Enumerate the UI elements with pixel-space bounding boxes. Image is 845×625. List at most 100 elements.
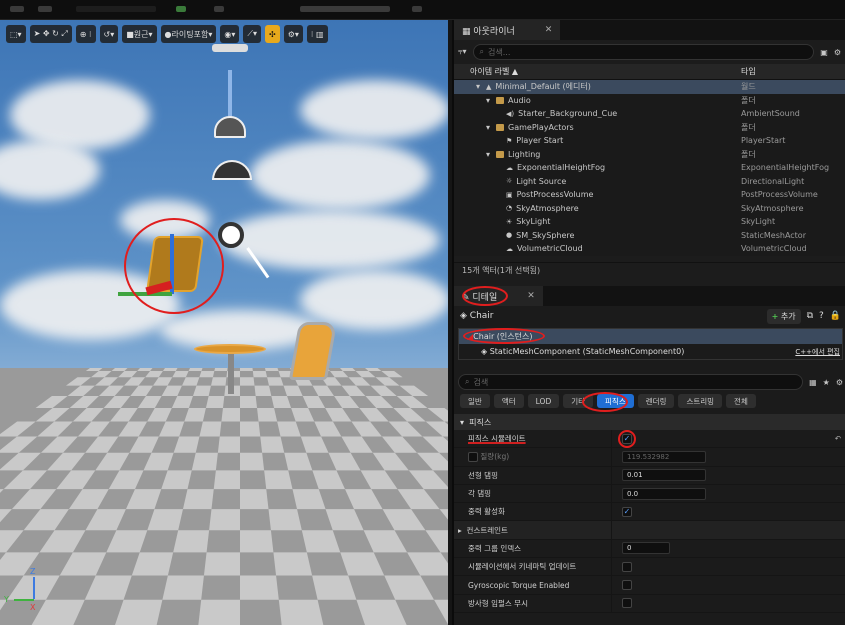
outliner-row[interactable]: ◀) Starter_Background_Cue AmbientSound [454, 107, 845, 121]
expand-arrow-icon[interactable]: ▾ [486, 150, 492, 159]
radial-impulse-checkbox[interactable] [622, 598, 632, 609]
table-leg [228, 354, 234, 394]
enable-gravity-checkbox[interactable]: ✓ [622, 506, 632, 517]
menu-icon[interactable] [10, 6, 24, 12]
col-item-label[interactable]: 아이템 라벨 ▲ [454, 66, 741, 77]
mode-select[interactable] [76, 6, 156, 12]
close-icon[interactable]: ✕ [527, 291, 535, 301]
play-controls[interactable] [300, 6, 390, 12]
layout-menu[interactable]: ⁝ ▥ [306, 25, 328, 43]
component-instance[interactable]: ◢Chair (인스턴스) [459, 328, 842, 344]
tab-details[interactable]: ✎ 디테일 ✕ [454, 286, 543, 306]
outliner-row-label: SM_SkySphere [516, 230, 575, 240]
settings-menu[interactable]: ⚙▾ [283, 25, 303, 43]
rotate-snap[interactable]: ↺▾ [99, 25, 119, 43]
view-mode-menu[interactable]: ● 라이팅포함 ▾ [160, 25, 217, 43]
add-folder-icon[interactable]: ▣ [820, 48, 828, 57]
platforms-icon[interactable] [412, 6, 422, 12]
outliner-row[interactable]: ▾ GamePlayActors 폴더 [454, 121, 845, 135]
filter-button[interactable]: 스트리밍 [678, 394, 723, 408]
outliner-row[interactable]: ☁ VolumetricCloud VolumetricCloud [454, 242, 845, 256]
sky-atmosphere-icon[interactable] [214, 116, 246, 138]
grid-snap[interactable]: ⟋▾ [243, 25, 261, 43]
angular-damping-field[interactable]: 0.0 [622, 487, 706, 500]
actor-type-icon: ☼ [506, 177, 513, 186]
level-viewport[interactable]: ⬚▾ ➤ ✥ ↻ ⤢ ⊕ ⁝ ↺▾ ■ 원근 ▾ ● 라이팅포함 ▾ ◉▾ ⟋▾ ✣… [0, 20, 448, 625]
prop-radial-impulse: 방사형 임펄스 무시 [454, 594, 845, 613]
prop-simulate-physics: 피직스 시뮬레이트 ✓ ↶ [454, 430, 845, 449]
perspective-menu[interactable]: ■ 원근 ▾ [122, 25, 157, 43]
blueprint-icon[interactable] [214, 6, 224, 12]
outliner-row-label: Audio [508, 95, 531, 105]
outliner-toolbar: ⫧▾ ⌕ 검색... ▣ ⚙ [454, 40, 845, 64]
filter-button[interactable]: 일반 [460, 394, 490, 408]
outliner-row[interactable]: ▾ Lighting 폴더 [454, 148, 845, 162]
skylight-icon[interactable] [212, 160, 252, 180]
filter-button[interactable]: 액터 [493, 394, 524, 408]
physics-section-header[interactable]: ▾ 피직스 [454, 414, 845, 430]
table-view-icon[interactable]: ▦ [809, 378, 817, 387]
blueprint-icon[interactable]: ⧉ [807, 311, 813, 321]
outliner-row[interactable]: ⚑ Player Start PlayerStart [454, 134, 845, 148]
directional-light-icon[interactable] [218, 222, 244, 248]
star-icon[interactable]: ★ [823, 378, 830, 387]
floor-tile [217, 436, 240, 453]
mass-override-checkbox[interactable] [468, 452, 478, 463]
snap-toggle[interactable]: ✣ [264, 25, 280, 43]
help-icon[interactable]: ? [819, 311, 824, 321]
outliner-row[interactable]: ☀ SkyLight SkyLight [454, 215, 845, 229]
outliner-row[interactable]: ● SM_SkySphere StaticMeshActor [454, 229, 845, 243]
actor-name[interactable]: Chair [470, 311, 494, 321]
sun-handle[interactable] [212, 44, 248, 52]
gravity-group-label: 중력 그룹 인덱스 [468, 543, 522, 553]
gyroscopic-checkbox[interactable] [622, 580, 632, 591]
component-staticmesh[interactable]: ◈ StaticMeshComponent (StaticMeshCompone… [459, 344, 842, 359]
add-component-button[interactable]: + 추가 [766, 308, 801, 324]
show-menu[interactable]: ◉▾ [220, 25, 240, 43]
tools-icon[interactable] [38, 6, 52, 12]
outliner-row[interactable]: ▾ Audio 폴더 [454, 94, 845, 108]
outliner-column-header: 아이템 라벨 ▲ 타입 [454, 64, 845, 80]
filter-button[interactable]: 렌더링 [637, 394, 675, 408]
linear-damping-field[interactable]: 0.01 [622, 469, 706, 482]
select-tools[interactable]: ➤ ✥ ↻ ⤢ [29, 25, 72, 43]
reset-icon[interactable]: ↶ [835, 434, 841, 443]
details-search-input[interactable]: ⌕ 검색 [458, 374, 804, 390]
outliner-row[interactable]: ▾ ▲ Minimal_Default (에디터) 월드 [454, 80, 845, 94]
search-placeholder: 검색... [488, 47, 511, 57]
col-type[interactable]: 타입 [741, 66, 756, 77]
gravity-group-field[interactable]: 0 [622, 542, 670, 555]
actor-type-icon: ◔ [506, 204, 513, 213]
lock-icon[interactable]: 🔒 [830, 311, 841, 321]
sun-arrow[interactable] [228, 70, 232, 120]
close-icon[interactable]: ✕ [545, 25, 553, 35]
outliner-row[interactable]: ☁ ExponentialHeightFog ExponentialHeightFo… [454, 161, 845, 175]
outliner-row[interactable]: ▣ PostProcessVolume PostProcessVolume [454, 188, 845, 202]
expand-arrow-icon[interactable]: ▾ [486, 96, 492, 105]
outliner-row-label: Minimal_Default (에디터) [495, 82, 591, 92]
add-icon[interactable] [176, 6, 186, 12]
filter-button[interactable]: 전체 [726, 394, 756, 408]
prop-constraints[interactable]: ▸ 컨스트레인트 [454, 521, 845, 540]
mass-field[interactable]: 119.532982 [622, 450, 706, 463]
expand-arrow-icon[interactable]: ▾ [486, 123, 492, 132]
floor-tile [221, 407, 240, 422]
outliner-search-input[interactable]: ⌕ 검색... [472, 44, 815, 60]
floor-tile [205, 395, 225, 408]
table-top[interactable] [194, 344, 266, 354]
prop-linear-damping: 선형 댐핑 0.01 [454, 466, 845, 485]
world-local-toggle[interactable]: ⊕ ⁝ [75, 25, 96, 43]
outliner-row[interactable]: ◔ SkyAtmosphere SkyAtmosphere [454, 202, 845, 216]
expand-arrow-icon[interactable]: ▾ [476, 82, 482, 91]
settings-icon[interactable]: ⚙ [834, 48, 841, 57]
outliner-row-label: SkyAtmosphere [516, 203, 579, 213]
edit-in-cpp-link[interactable]: C++에서 편집 [795, 347, 840, 357]
settings-icon[interactable]: ⚙ [836, 378, 843, 387]
kinematic-update-checkbox[interactable] [622, 561, 632, 572]
tab-outliner[interactable]: ▦ 아웃라이너 ✕ [454, 20, 561, 40]
filter-icon[interactable]: ⫧▾ [458, 47, 467, 57]
outliner-row[interactable]: ☼ Light Source DirectionalLight [454, 175, 845, 189]
search-placeholder: 검색 [473, 377, 489, 387]
transform-menu[interactable]: ⬚▾ [6, 25, 26, 43]
filter-button[interactable]: LOD [527, 394, 560, 408]
